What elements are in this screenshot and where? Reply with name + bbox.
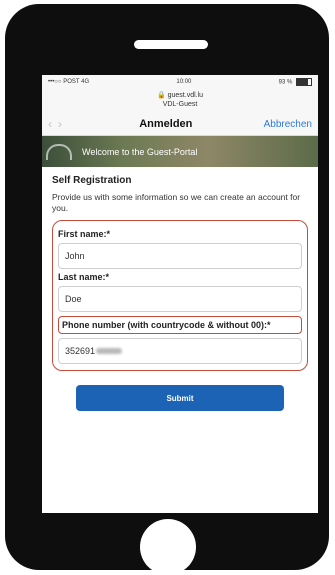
first-name-input[interactable]: John — [58, 243, 302, 269]
cancel-button[interactable]: Abbrechen — [264, 119, 312, 130]
phone-screen: •••○○ POST 4G 10:00 93 % 🔒 guest.vdl.lu … — [42, 75, 318, 513]
last-name-value: Doe — [65, 294, 82, 304]
phone-value: 352691 — [65, 346, 96, 356]
speaker-icon — [134, 40, 208, 49]
url-host: guest.vdl.lu — [167, 92, 204, 99]
nav-bar: ‹› Anmelden Abbrechen — [42, 113, 318, 136]
bridge-icon — [46, 144, 72, 160]
phone-frame: •••○○ POST 4G 10:00 93 % 🔒 guest.vdl.lu … — [5, 4, 329, 575]
nav-title: Anmelden — [139, 118, 193, 130]
submit-button[interactable]: Submit — [76, 385, 284, 411]
section-title: Self Registration — [52, 175, 132, 186]
first-name-label: First name:* — [58, 229, 111, 239]
home-button[interactable] — [140, 519, 196, 575]
lock-icon: 🔒 — [156, 92, 166, 99]
battery-indicator: 93 % — [279, 78, 312, 86]
last-name-label: Last name:* — [58, 272, 110, 282]
intro-text: Provide us with some information so we c… — [52, 192, 301, 213]
last-name-input[interactable]: Doe — [58, 286, 302, 312]
battery-icon — [296, 78, 312, 86]
phone-label: Phone number (with countrycode & without… — [58, 316, 302, 334]
status-bar: •••○○ POST 4G 10:00 93 % — [42, 75, 318, 89]
welcome-banner: Welcome to the Guest-Portal — [42, 136, 318, 167]
battery-label: 93 % — [278, 79, 293, 86]
clock: 10:00 — [176, 79, 192, 85]
first-name-value: John — [65, 251, 85, 261]
url-bar[interactable]: 🔒 guest.vdl.lu VDL-Guest — [42, 89, 318, 113]
phone-input[interactable]: 352691 — [58, 338, 302, 364]
registration-content: Self Registration Provide us with some i… — [42, 167, 318, 419]
redacted-digits — [96, 348, 123, 354]
banner-text: Welcome to the Guest-Portal — [82, 146, 198, 157]
registration-form: First name:* John Last name:* Doe Phone … — [52, 220, 308, 371]
forward-arrow-icon[interactable]: › — [58, 117, 68, 131]
back-arrow-icon[interactable]: ‹ — [48, 117, 58, 131]
carrier-label: •••○○ POST 4G — [48, 79, 90, 85]
nav-arrows: ‹› — [48, 117, 68, 131]
network-name: VDL-Guest — [162, 101, 198, 108]
